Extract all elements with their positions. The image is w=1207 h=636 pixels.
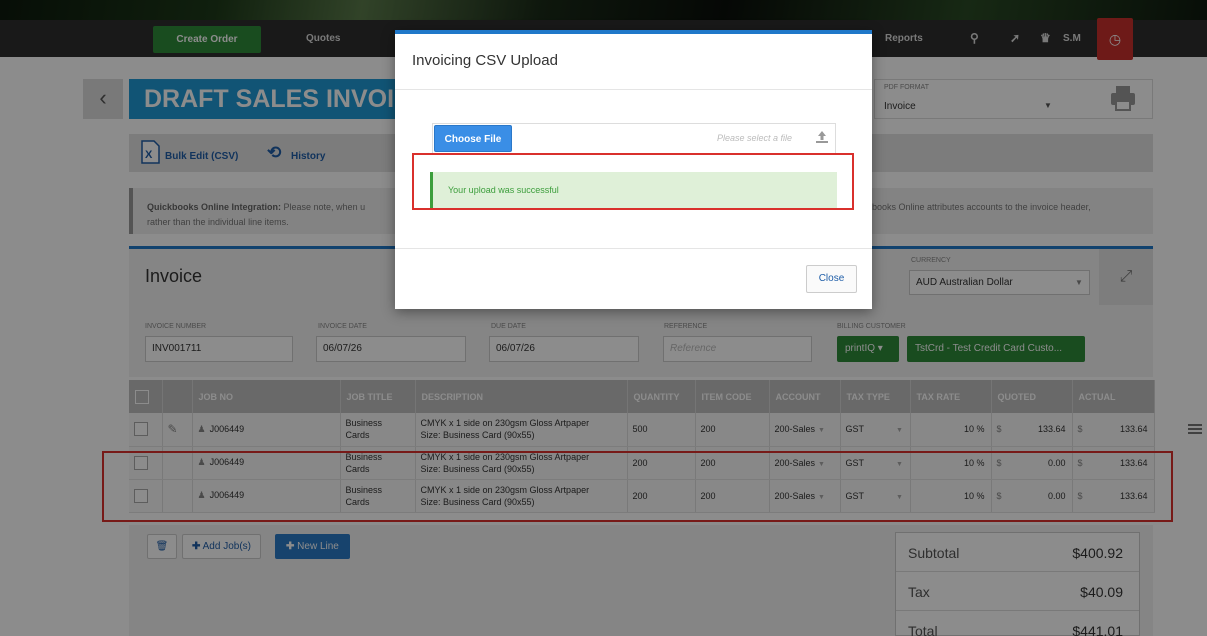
modal-footer-divider — [395, 248, 872, 249]
close-button[interactable]: Close — [806, 265, 857, 293]
modal-divider — [395, 89, 872, 90]
choose-file-button[interactable]: Choose File — [434, 125, 512, 152]
highlight-success-box — [412, 153, 854, 210]
modal-title: Invoicing CSV Upload — [412, 52, 558, 69]
file-placeholder: Please select a file — [717, 133, 793, 143]
upload-icon[interactable] — [815, 130, 829, 144]
